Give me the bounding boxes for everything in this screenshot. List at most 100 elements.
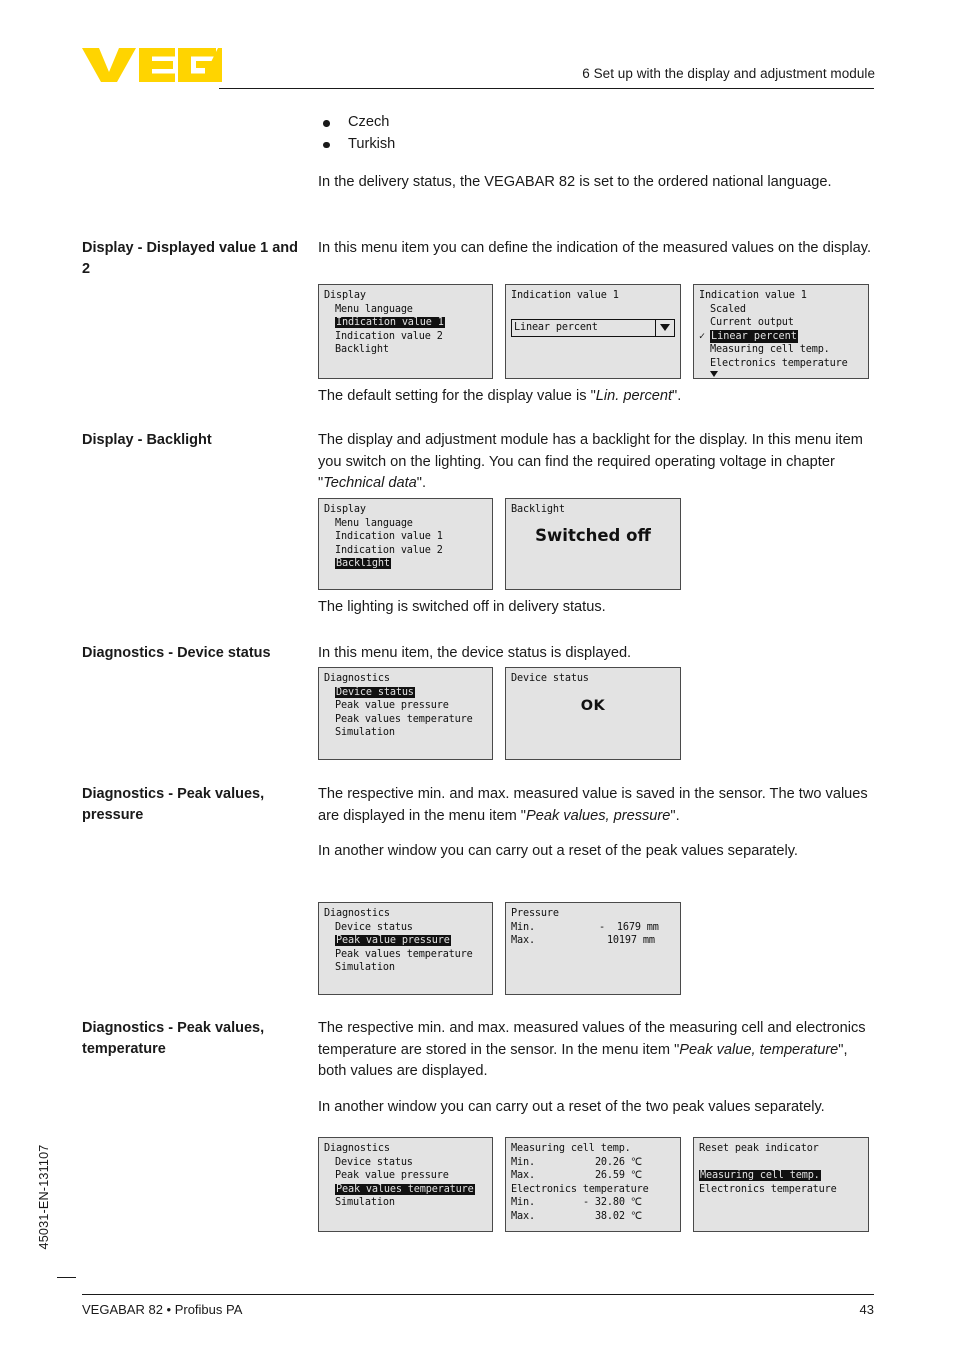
lcd-reset-peak-indicator[interactable]: Reset peak indicator Measuring cell temp… bbox=[693, 1137, 869, 1232]
lcd-item-simulation[interactable]: Simulation bbox=[324, 1196, 487, 1210]
lcd-item-peak-value-pressure[interactable]: Peak value pressure bbox=[324, 699, 487, 713]
lcd-diagnostics-menu-device-status[interactable]: Diagnostics Device status Peak value pre… bbox=[318, 667, 493, 760]
lcd-item-backlight[interactable]: Backlight bbox=[324, 557, 487, 571]
displayed-value-intro: In this menu item you can define the ind… bbox=[318, 240, 872, 256]
lcd-item-indication-value-2[interactable]: Indication value 2 bbox=[324, 330, 487, 344]
lcd-diagnostics-menu-peak-pressure[interactable]: Diagnostics Device status Peak value pre… bbox=[318, 902, 493, 995]
lcd-display-menu-backlight[interactable]: Display Menu language Indication value 1… bbox=[318, 498, 493, 590]
dropdown-indication-value-1[interactable]: Linear percent bbox=[511, 318, 675, 337]
lcd-title-measuring-cell: Measuring cell temp. bbox=[511, 1143, 631, 1154]
lcd-display-menu-indication1[interactable]: Display Menu language Indication value 1… bbox=[318, 284, 493, 379]
scroll-down-icon[interactable] bbox=[710, 370, 718, 377]
lcd-title: Indication value 1 bbox=[699, 290, 807, 301]
dropdown-selected-value: Linear percent bbox=[514, 321, 598, 333]
margin-label-peak-values-pressure: Diagnostics - Peak values, pressure bbox=[82, 786, 265, 823]
intro-paragraph-block: In the delivery status, the VEGABAR 82 i… bbox=[318, 172, 878, 194]
lcd-title: Indication value 1 bbox=[511, 290, 619, 301]
lcd-title: Diagnostics bbox=[324, 908, 390, 919]
peak-pressure-body-block: The respective min. and max. measured va… bbox=[318, 784, 878, 863]
lcd-title: Pressure bbox=[511, 908, 559, 919]
lcd-item-current-output[interactable]: Current output bbox=[699, 316, 863, 330]
lcd-item-measuring-cell-temp[interactable]: Measuring cell temp. bbox=[699, 343, 863, 357]
lcd-title-electronics: Electronics temperature bbox=[511, 1183, 649, 1195]
lcd-device-status-value[interactable]: Device status OK bbox=[505, 667, 681, 760]
document-code-divider bbox=[57, 1277, 76, 1278]
lcd-row-min: Min. - 1679 mm bbox=[511, 921, 659, 933]
lcd-item-electronics-temperature[interactable]: Electronics temperature bbox=[699, 357, 863, 371]
lcd-item-peak-values-temperature[interactable]: Peak values temperature bbox=[324, 713, 487, 727]
vega-logo bbox=[82, 48, 222, 82]
displayed-value-intro-block: In this menu item you can define the ind… bbox=[318, 238, 878, 260]
lcd-indication-value-1-list[interactable]: Indication value 1 Scaled Current output… bbox=[693, 284, 869, 379]
footer-divider bbox=[82, 1294, 874, 1295]
checkmark-icon: ✓ bbox=[699, 330, 706, 342]
backlight-outro-block: The lighting is switched off in delivery… bbox=[318, 597, 878, 619]
peak-pressure-paragraph-1: The respective min. and max. measured va… bbox=[318, 786, 868, 824]
document-code: 45031-EN-131107 bbox=[37, 1144, 51, 1250]
footer-product-name: VEGABAR 82 • Profibus PA bbox=[82, 1302, 243, 1317]
lcd-row-cell-max: Max. 26.59 ℃ bbox=[511, 1170, 643, 1182]
lcd-item-peak-value-pressure[interactable]: Peak value pressure bbox=[324, 1169, 487, 1183]
screenshot-row-peak-temperature: Diagnostics Device status Peak value pre… bbox=[318, 1137, 869, 1232]
intro-paragraph: In the delivery status, the VEGABAR 82 i… bbox=[318, 174, 832, 190]
backlight-body: The display and adjustment module has a … bbox=[318, 432, 863, 491]
lcd-row-el-min: Min. - 32.80 ℃ bbox=[511, 1197, 643, 1209]
screenshot-row-displayed-value: Display Menu language Indication value 1… bbox=[318, 284, 869, 379]
lcd-row-el-max: Max. 38.02 ℃ bbox=[511, 1210, 643, 1222]
screenshot-row-peak-pressure: Diagnostics Device status Peak value pre… bbox=[318, 902, 681, 995]
lcd-item-measuring-cell-temp[interactable]: Measuring cell temp. bbox=[699, 1169, 863, 1183]
margin-label-peak-values-temperature: Diagnostics - Peak values, temperature bbox=[82, 1020, 265, 1057]
lcd-item-backlight[interactable]: Backlight bbox=[324, 343, 487, 357]
backlight-body-block: The display and adjustment module has a … bbox=[318, 430, 878, 495]
lcd-item-indication-value-1[interactable]: Indication value 1 bbox=[324, 316, 487, 330]
lcd-item-linear-percent[interactable]: ✓ Linear percent bbox=[699, 329, 863, 344]
lcd-backlight-value[interactable]: Backlight Switched off bbox=[505, 498, 681, 590]
lcd-item-scaled[interactable]: Scaled bbox=[699, 303, 863, 317]
lcd-item-peak-value-pressure[interactable]: Peak value pressure bbox=[324, 934, 487, 948]
peak-temperature-paragraph-1: The respective min. and max. measured va… bbox=[318, 1020, 866, 1079]
lcd-pressure-peak-values[interactable]: Pressure Min. - 1679 mm Max. 10197 mm bbox=[505, 902, 681, 995]
lcd-title: Reset peak indicator bbox=[699, 1143, 819, 1154]
lcd-backlight-state: Switched off bbox=[535, 525, 651, 545]
lcd-title: Display bbox=[324, 290, 366, 301]
lcd-item-device-status[interactable]: Device status bbox=[324, 1156, 487, 1170]
lcd-item-simulation[interactable]: Simulation bbox=[324, 726, 487, 740]
lcd-item-peak-values-temperature[interactable]: Peak values temperature bbox=[324, 948, 487, 962]
page-number: 43 bbox=[859, 1302, 874, 1317]
lcd-item-indication-value-2[interactable]: Indication value 2 bbox=[324, 544, 487, 558]
screenshot-row-backlight: Display Menu language Indication value 1… bbox=[318, 498, 681, 590]
lcd-item-device-status[interactable]: Device status bbox=[324, 921, 487, 935]
lcd-temperature-peak-values[interactable]: Measuring cell temp. Min. 20.26 ℃ Max. 26.… bbox=[505, 1137, 681, 1232]
language-list: Czech Turkish bbox=[318, 112, 395, 155]
lcd-device-status-state: OK bbox=[580, 697, 606, 714]
lcd-row-max: Max. 10197 mm bbox=[511, 935, 655, 947]
lcd-item-electronics-temperature[interactable]: Electronics temperature bbox=[699, 1183, 863, 1197]
displayed-value-outro-block: The default setting for the display valu… bbox=[318, 386, 878, 408]
displayed-value-outro: The default setting for the display valu… bbox=[318, 388, 682, 404]
lcd-title: Backlight bbox=[511, 504, 565, 515]
lcd-title: Display bbox=[324, 504, 366, 515]
margin-label-device-status: Diagnostics - Device status bbox=[82, 645, 271, 661]
lcd-title: Device status bbox=[511, 673, 589, 684]
peak-temperature-body-block: The respective min. and max. measured va… bbox=[318, 1018, 878, 1118]
device-status-intro-block: In this menu item, the device status is … bbox=[318, 643, 878, 665]
lcd-item-simulation[interactable]: Simulation bbox=[324, 961, 487, 975]
page-section-title: 6 Set up with the display and adjustment… bbox=[582, 66, 875, 81]
backlight-outro: The lighting is switched off in delivery… bbox=[318, 599, 606, 615]
lcd-item-device-status[interactable]: Device status bbox=[324, 686, 487, 700]
chevron-down-icon[interactable] bbox=[655, 319, 674, 336]
peak-temperature-paragraph-2: In another window you can carry out a re… bbox=[318, 1098, 825, 1115]
lcd-item-peak-values-temperature[interactable]: Peak values temperature bbox=[324, 1183, 487, 1197]
lcd-item-indication-value-1[interactable]: Indication value 1 bbox=[324, 530, 487, 544]
lcd-title: Diagnostics bbox=[324, 673, 390, 684]
margin-label-displayed-value: Display - Displayed value 1 and 2 bbox=[82, 240, 298, 277]
lcd-title: Diagnostics bbox=[324, 1143, 390, 1154]
lcd-diagnostics-menu-peak-temperature[interactable]: Diagnostics Device status Peak value pre… bbox=[318, 1137, 493, 1232]
margin-label-backlight: Display - Backlight bbox=[82, 432, 212, 448]
lcd-indication-value-1-dropdown[interactable]: Indication value 1 Linear percent bbox=[505, 284, 681, 379]
device-status-intro: In this menu item, the device status is … bbox=[318, 645, 632, 661]
lcd-item-menu-language[interactable]: Menu language bbox=[324, 303, 487, 317]
list-item: Turkish bbox=[318, 134, 395, 156]
header-divider bbox=[219, 88, 874, 89]
lcd-item-menu-language[interactable]: Menu language bbox=[324, 517, 487, 531]
